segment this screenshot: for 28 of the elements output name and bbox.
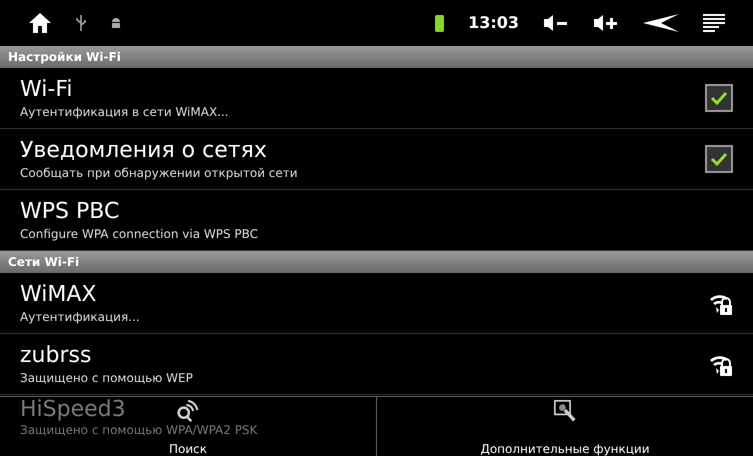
menu-item[interactable]: Поиск [168,442,207,456]
check-icon [710,91,728,105]
item-title[interactable]: WiMAX [20,281,96,309]
menu-icon[interactable] [703,14,725,32]
item-subtitle: Защищено с помощью WEP [20,370,193,386]
menu-item[interactable]: Дополнительные функции [480,442,650,456]
checkbox[interactable] [705,145,733,173]
volume-up-icon[interactable] [593,14,619,32]
check-icon [710,152,728,166]
section-header: Настройки Wi-Fi [0,46,753,68]
back-icon[interactable] [643,14,679,32]
item-subtitle: Configure WPA connection via WPS PBC [20,226,258,242]
item-title[interactable]: WPS PBC [20,198,120,226]
checkbox[interactable] [705,84,733,112]
search-icon[interactable] [176,400,200,422]
item-subtitle: Аутентификация в сети WiMAX... [20,104,229,120]
item-title[interactable]: Wi-Fi [20,76,72,104]
item-subtitle: Аутентификация... [20,309,140,325]
item-subtitle: Защищено с помощью WPA/WPA2 PSK [20,423,258,437]
clock: 13:03 [468,12,519,34]
section-header: Сети Wi-Fi [0,251,753,273]
item-title[interactable]: Уведомления о сетях [20,137,267,165]
home-icon[interactable] [28,12,52,34]
magnifier-wrench-icon[interactable] [553,400,577,422]
volume-down-icon[interactable] [543,14,569,32]
item-title[interactable]: zubrss [20,342,92,370]
item-subtitle: Сообщать при обнаружении открытой сети [20,165,298,181]
battery-icon [435,14,444,32]
